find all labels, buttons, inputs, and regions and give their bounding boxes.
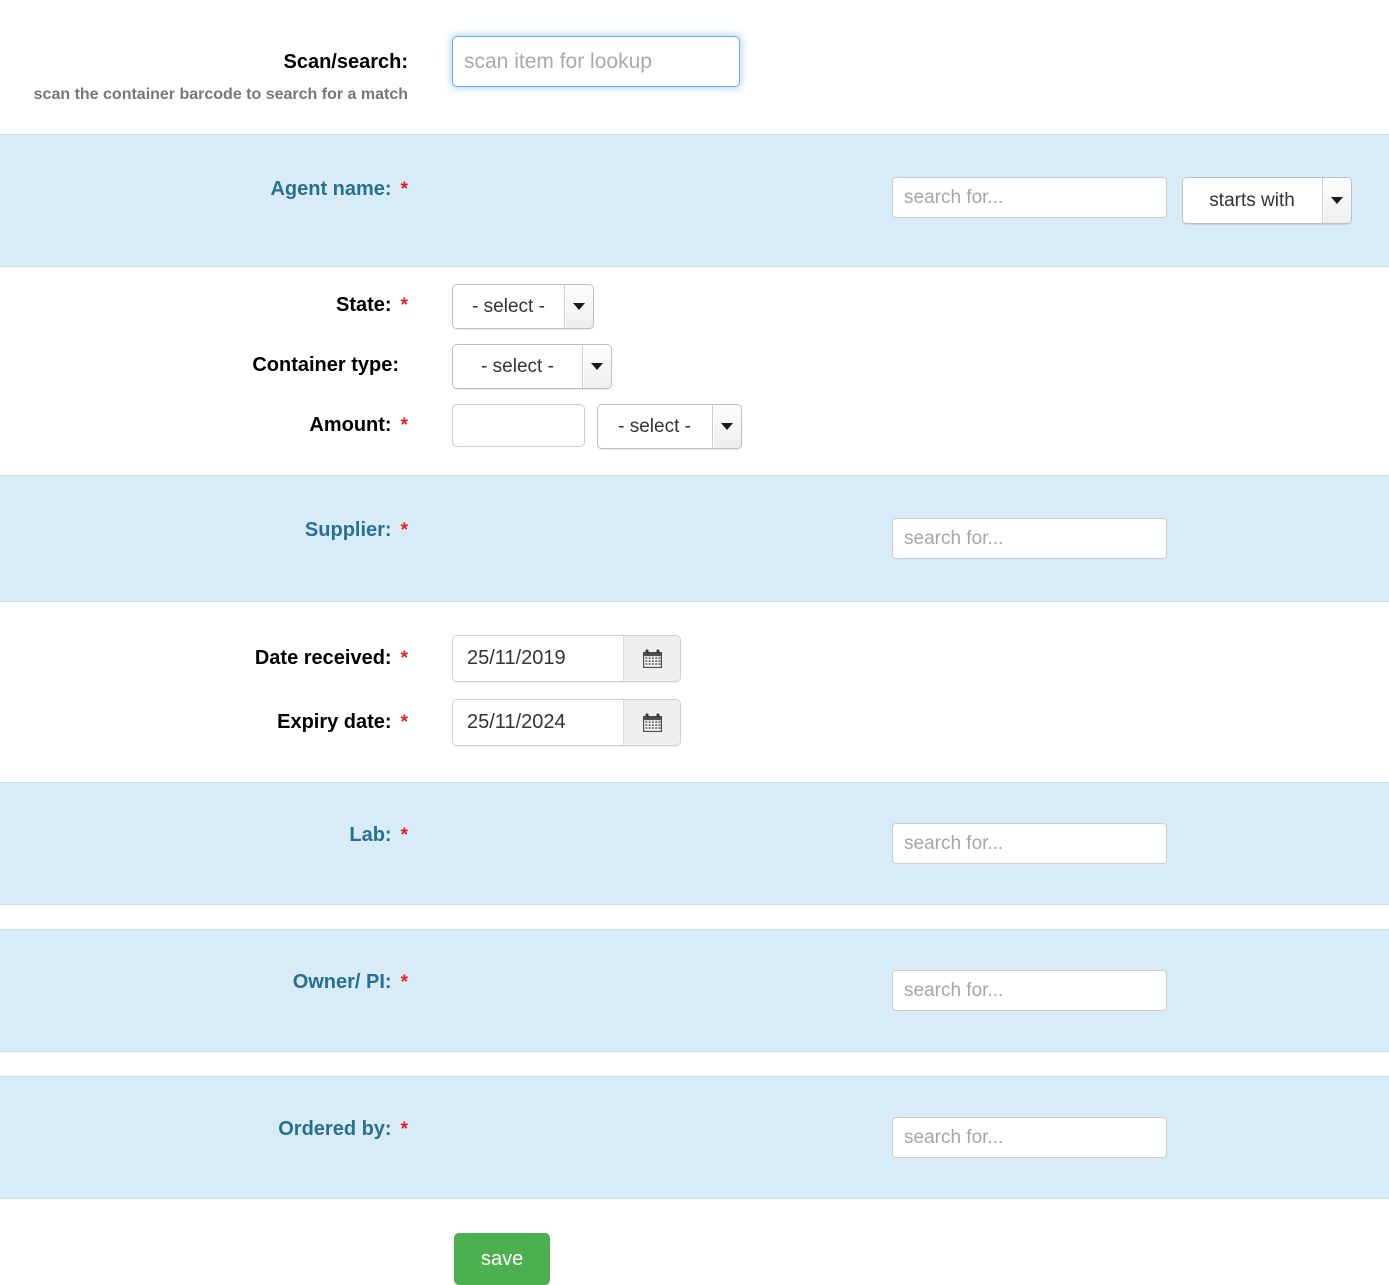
save-button[interactable]: save bbox=[454, 1233, 550, 1285]
agent-name-field-col: starts with bbox=[408, 177, 1389, 224]
supplier-field-col bbox=[408, 518, 1389, 559]
supplier-label: Supplier: bbox=[305, 519, 392, 541]
owner-pi-required-mark: * bbox=[401, 972, 408, 993]
agent-name-required-mark: * bbox=[401, 179, 408, 200]
expiry-date-field-col: 25/11/2024 bbox=[408, 699, 1389, 746]
scan-search-label: Scan/search: bbox=[283, 51, 408, 73]
chevron-down-icon bbox=[712, 405, 741, 448]
ordered-by-field-col bbox=[408, 1117, 1389, 1158]
date-received-field[interactable]: 25/11/2019 bbox=[452, 635, 681, 682]
chevron-down-icon bbox=[564, 285, 593, 328]
amount-label: Amount: bbox=[309, 414, 391, 436]
scan-search-input[interactable] bbox=[452, 36, 740, 87]
state-label: State: bbox=[336, 294, 392, 316]
agent-name-label: Agent name: bbox=[270, 178, 391, 200]
lab-search-input[interactable] bbox=[892, 823, 1167, 864]
row-ordered-by: Ordered by: * bbox=[0, 1076, 1389, 1199]
row-lab: Lab: * bbox=[0, 782, 1389, 905]
lab-field-col bbox=[408, 823, 1389, 864]
amount-input[interactable] bbox=[452, 404, 585, 447]
date-received-calendar-button[interactable] bbox=[623, 636, 680, 681]
lab-required-mark: * bbox=[401, 825, 408, 846]
container-type-select[interactable]: - select - bbox=[452, 344, 612, 389]
date-received-label-col: Date received: * bbox=[0, 646, 408, 670]
expiry-date-field[interactable]: 25/11/2024 bbox=[452, 699, 681, 746]
date-received-required-mark: * bbox=[401, 648, 408, 669]
agent-name-search-input[interactable] bbox=[892, 177, 1167, 218]
lab-label-col: Lab: * bbox=[0, 823, 408, 847]
ordered-by-label-col: Ordered by: * bbox=[0, 1117, 408, 1141]
row-agent-name: Agent name: * starts with bbox=[0, 134, 1389, 267]
form-actions: save bbox=[0, 1199, 1389, 1285]
agent-name-match-mode-value: starts with bbox=[1183, 178, 1322, 223]
amount-label-col: Amount: * bbox=[0, 413, 408, 437]
row-container-type: Container type: - select - bbox=[0, 329, 1389, 389]
ordered-by-label: Ordered by: bbox=[278, 1118, 391, 1140]
agent-name-label-col: Agent name: * bbox=[0, 177, 408, 201]
state-required-mark: * bbox=[401, 295, 408, 316]
expiry-date-required-mark: * bbox=[401, 712, 408, 733]
container-registration-form: Scan/search: scan the container barcode … bbox=[0, 0, 1389, 1285]
row-date-received: Date received: * 25/11/2019 bbox=[0, 602, 1389, 682]
supplier-required-mark: * bbox=[401, 520, 408, 541]
chevron-down-icon bbox=[1322, 178, 1351, 223]
owner-pi-search-input[interactable] bbox=[892, 970, 1167, 1011]
owner-pi-label-col: Owner/ PI: * bbox=[0, 970, 408, 994]
amount-unit-select[interactable]: - select - bbox=[597, 404, 742, 449]
calendar-icon bbox=[642, 713, 663, 733]
expiry-date-calendar-button[interactable] bbox=[623, 700, 680, 745]
expiry-date-label-col: Expiry date: * bbox=[0, 710, 408, 734]
lab-label: Lab: bbox=[349, 824, 391, 846]
amount-unit-select-value: - select - bbox=[598, 405, 712, 448]
date-received-label: Date received: bbox=[255, 647, 392, 669]
expiry-date-value[interactable]: 25/11/2024 bbox=[453, 700, 623, 745]
row-supplier: Supplier: * bbox=[0, 475, 1389, 602]
row-owner-pi: Owner/ PI: * bbox=[0, 929, 1389, 1052]
container-type-label: Container type: bbox=[252, 354, 399, 376]
ordered-by-required-mark: * bbox=[401, 1119, 408, 1140]
supplier-search-input[interactable] bbox=[892, 518, 1167, 559]
row-separator bbox=[0, 905, 1389, 929]
state-field-col: - select - bbox=[408, 284, 1389, 329]
supplier-label-col: Supplier: * bbox=[0, 518, 408, 542]
calendar-icon bbox=[642, 649, 663, 669]
state-label-col: State: * bbox=[0, 293, 408, 317]
state-select-value: - select - bbox=[453, 285, 564, 328]
scan-search-field-col bbox=[408, 36, 1389, 87]
row-scan-search: Scan/search: scan the container barcode … bbox=[0, 0, 1389, 134]
row-expiry-date: Expiry date: * 25/11/2024 bbox=[0, 682, 1389, 782]
date-received-value[interactable]: 25/11/2019 bbox=[453, 636, 623, 681]
owner-pi-label: Owner/ PI: bbox=[293, 971, 392, 993]
scan-search-help-text: scan the container barcode to search for… bbox=[0, 83, 408, 106]
container-type-field-col: - select - bbox=[408, 344, 1389, 389]
container-type-label-col: Container type: bbox=[0, 353, 408, 377]
row-amount: Amount: * - select - bbox=[0, 389, 1389, 475]
row-state: State: * - select - bbox=[0, 267, 1389, 329]
chevron-down-icon bbox=[582, 345, 611, 388]
row-separator bbox=[0, 1052, 1389, 1076]
owner-pi-field-col bbox=[408, 970, 1389, 1011]
state-select[interactable]: - select - bbox=[452, 284, 594, 329]
amount-required-mark: * bbox=[401, 415, 408, 436]
agent-name-match-mode-select[interactable]: starts with bbox=[1182, 177, 1352, 224]
container-type-select-value: - select - bbox=[453, 345, 582, 388]
scan-search-label-col: Scan/search: scan the container barcode … bbox=[0, 50, 408, 106]
date-received-field-col: 25/11/2019 bbox=[408, 635, 1389, 682]
expiry-date-label: Expiry date: bbox=[277, 711, 391, 733]
ordered-by-search-input[interactable] bbox=[892, 1117, 1167, 1158]
amount-field-col: - select - bbox=[408, 404, 1389, 449]
